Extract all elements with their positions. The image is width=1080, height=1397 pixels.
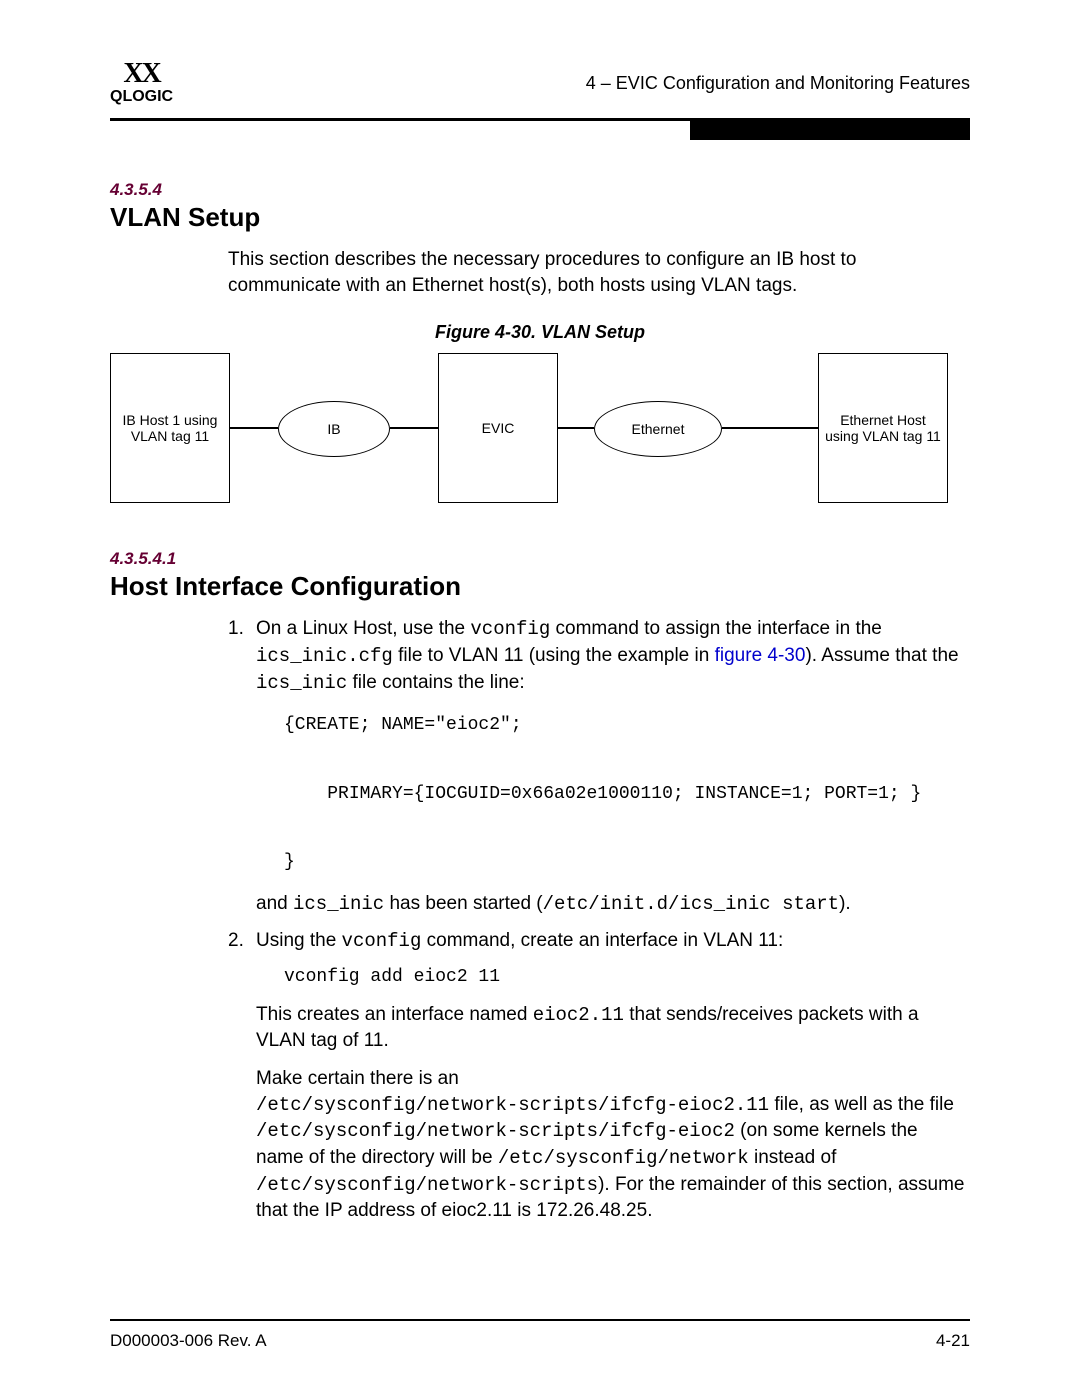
text: has been started (: [384, 893, 542, 914]
text: file to VLAN 11 (using the example in: [393, 645, 715, 666]
diagram-box-ibhost: IB Host 1 using VLAN tag 11: [110, 353, 230, 503]
header-rule: [110, 118, 970, 140]
inline-code: ics_inic.cfg: [256, 645, 393, 667]
text: and: [256, 893, 293, 914]
logo-text: QLOGIC: [110, 88, 173, 106]
inline-code: /etc/init.d/ics_inic start: [543, 893, 839, 915]
step-list: 1. On a Linux Host, use the vconfig comm…: [228, 616, 970, 1224]
page-footer: D000003-006 Rev. A 4-21: [110, 1319, 970, 1351]
text: ). Assume that the: [805, 645, 958, 666]
diagram-ellipse-ethernet: Ethernet: [594, 401, 722, 457]
footer-page-number: 4-21: [936, 1331, 970, 1351]
text: instead of: [749, 1147, 837, 1168]
text: file contains the line:: [347, 672, 524, 693]
text: Using the: [256, 930, 342, 951]
text: This creates an interface named: [256, 1004, 533, 1025]
vlan-diagram: IB Host 1 using VLAN tag 11 IB EVIC Ethe…: [110, 353, 970, 513]
section-title: VLAN Setup: [110, 202, 970, 233]
logo: XX QLOGIC: [110, 60, 173, 106]
code-block: {CREATE; NAME="eioc2"; PRIMARY={IOCGUID=…: [284, 708, 970, 879]
text: ).: [839, 893, 851, 914]
logo-glyph-icon: XX: [123, 60, 159, 88]
subsection-title: Host Interface Configuration: [110, 571, 970, 602]
step-1: 1. On a Linux Host, use the vconfig comm…: [228, 616, 970, 918]
diagram-box-ethhost: Ethernet Host using VLAN tag 11: [818, 353, 948, 503]
step-2: 2. Using the vconfig command, create an …: [228, 928, 970, 1224]
diagram-box-evic: EVIC: [438, 353, 558, 503]
diagram-ellipse-ib: IB: [278, 401, 390, 457]
code-block: vconfig add eioc2 11: [284, 966, 970, 989]
section-intro: This section describes the necessary pro…: [228, 247, 970, 298]
diagram-connector: [390, 427, 438, 429]
figure-caption: Figure 4-30. VLAN Setup: [110, 322, 970, 343]
text: command to assign the interface in the: [550, 618, 882, 639]
figure-link[interactable]: figure 4-30: [715, 645, 806, 666]
step-number: 2.: [228, 928, 256, 1224]
inline-code: /etc/sysconfig/network-scripts: [256, 1174, 598, 1196]
section-number: 4.3.5.4: [110, 180, 970, 200]
step-number: 1.: [228, 616, 256, 918]
footer-docid: D000003-006 Rev. A: [110, 1331, 267, 1351]
text: command, create an interface in VLAN 11:: [421, 930, 783, 951]
inline-code: vconfig: [342, 930, 422, 952]
diagram-connector: [558, 427, 594, 429]
page-header: XX QLOGIC 4 – EVIC Configuration and Mon…: [110, 60, 970, 106]
text: On a Linux Host, use the: [256, 618, 470, 639]
inline-code: /etc/sysconfig/network-scripts/ifcfg-eio…: [256, 1094, 769, 1116]
inline-code: vconfig: [470, 618, 550, 640]
inline-code: ics_inic: [293, 893, 384, 915]
text: Make certain there is an: [256, 1068, 459, 1089]
diagram-connector: [722, 427, 818, 429]
subsection-number: 4.3.5.4.1: [110, 549, 970, 569]
text: file, as well as the file: [769, 1094, 954, 1115]
header-black-bar: [690, 118, 970, 140]
diagram-connector: [230, 427, 278, 429]
inline-code: /etc/sysconfig/network: [498, 1147, 749, 1169]
chapter-title: 4 – EVIC Configuration and Monitoring Fe…: [586, 73, 970, 94]
inline-code: /etc/sysconfig/network-scripts/ifcfg-eio…: [256, 1120, 735, 1142]
inline-code: eioc2.11: [533, 1004, 624, 1026]
inline-code: ics_inic: [256, 672, 347, 694]
